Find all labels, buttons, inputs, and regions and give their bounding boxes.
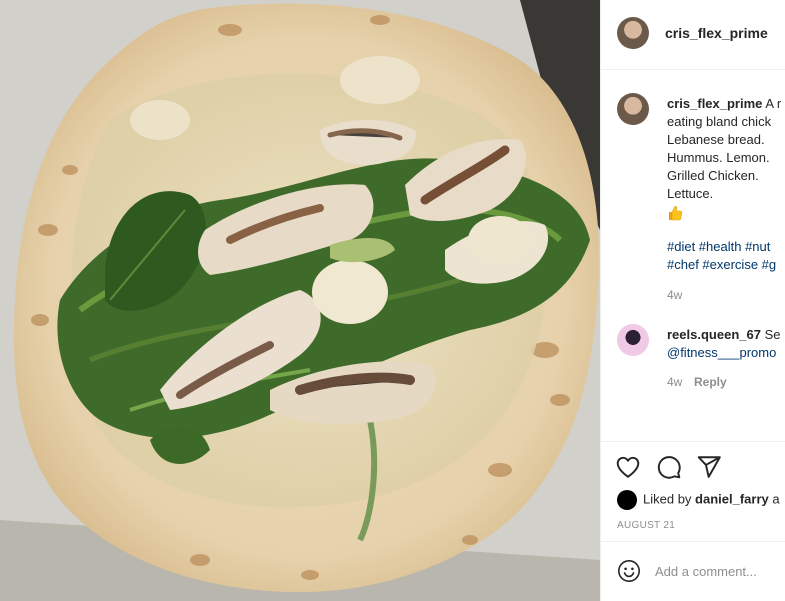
caption-line: Lebanese bread. xyxy=(667,132,765,147)
food-photo-illustration xyxy=(0,0,600,601)
caption-line: Lettuce. xyxy=(667,186,714,201)
hashtag-line[interactable]: #chef #exercise #g xyxy=(667,256,785,274)
commenter-avatar[interactable] xyxy=(617,324,649,356)
add-comment-input[interactable] xyxy=(655,560,780,582)
post-photo[interactable] xyxy=(0,0,600,601)
caption-line: eating bland chick xyxy=(667,114,772,129)
caption-timestamp[interactable]: 4w xyxy=(667,288,682,302)
reply-button[interactable]: Reply xyxy=(694,375,727,389)
caption-avatar[interactable] xyxy=(617,93,649,125)
comment-text: Se xyxy=(764,327,781,342)
post-date[interactable]: AUGUST 21 xyxy=(617,520,675,531)
comment-timestamp[interactable]: 4w xyxy=(667,375,682,389)
likes-suffix: a xyxy=(772,491,780,507)
add-comment-bar xyxy=(601,541,785,601)
instagram-post-view: cris_flex_prime cris_flex_prime A r eati… xyxy=(0,0,785,601)
comment-mention[interactable]: @fitness___promo xyxy=(667,344,785,362)
heart-icon[interactable] xyxy=(615,454,641,480)
share-icon[interactable] xyxy=(696,454,722,480)
post-header: cris_flex_prime xyxy=(601,0,785,70)
liker-username[interactable]: daniel_farry xyxy=(695,491,769,506)
post-side-panel: cris_flex_prime cris_flex_prime A r eati… xyxy=(600,0,785,601)
caption-hashtags: #diet #health #nut #chef #exercise #g xyxy=(667,238,785,274)
likes-summary: Liked by daniel_farry a xyxy=(617,490,780,510)
comment-icon[interactable] xyxy=(656,454,682,480)
caption-line: Hummus. Lemon. xyxy=(667,150,770,165)
comment: reels.queen_67 Se @fitness___promo xyxy=(667,326,785,362)
post-actions: Liked by daniel_farry a AUGUST 21 xyxy=(601,441,785,541)
smiley-icon[interactable] xyxy=(617,559,641,583)
owner-username[interactable]: cris_flex_prime xyxy=(665,25,768,41)
comment-username[interactable]: reels.queen_67 xyxy=(667,327,761,342)
thumbs-up-emoji-icon xyxy=(669,206,683,221)
caption-username[interactable]: cris_flex_prime xyxy=(667,96,762,111)
caption-line: Grilled Chicken. xyxy=(667,168,759,183)
likes-prefix: Liked by xyxy=(643,491,692,507)
hashtag-line[interactable]: #diet #health #nut xyxy=(667,238,785,256)
caption-first-line: A r xyxy=(765,96,782,111)
owner-avatar[interactable] xyxy=(617,17,649,49)
liker-avatar[interactable] xyxy=(617,490,637,510)
post-caption: cris_flex_prime A r eating bland chick L… xyxy=(667,95,785,226)
